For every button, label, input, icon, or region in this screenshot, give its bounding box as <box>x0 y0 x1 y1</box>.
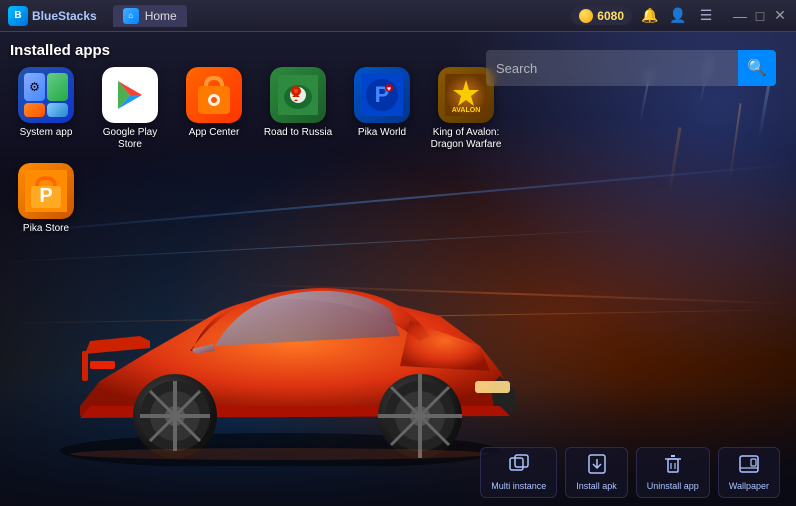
app-icon-google-play <box>102 67 158 123</box>
search-input[interactable] <box>486 53 738 84</box>
home-tab[interactable]: ⌂ Home <box>113 5 187 27</box>
app-item-google-play[interactable]: Google Play Store <box>94 67 166 151</box>
close-button[interactable]: ✕ <box>772 8 788 24</box>
wallpaper-button[interactable]: Wallpaper <box>718 447 780 498</box>
appcenter-icon <box>186 67 242 123</box>
main-content: Installed apps ⚙ System app <box>0 32 796 506</box>
svg-text:P: P <box>39 185 52 207</box>
app-label-google-play: Google Play Store <box>94 127 166 151</box>
coin-icon <box>579 9 593 23</box>
app-item-pika-world[interactable]: P ♥ Pika World <box>346 67 418 151</box>
multi-instance-label: Multi instance <box>491 481 546 491</box>
bluestacks-logo: B BlueStacks <box>8 6 97 26</box>
app-item-pika-store[interactable]: P Pika Store <box>10 163 82 235</box>
pikaworld-icon: P ♥ <box>354 67 410 123</box>
app-label-pika-world: Pika World <box>358 127 406 139</box>
title-bar: B BlueStacks ⌂ Home 6080 🔔 👤 ☰ — □ ✕ <box>0 0 796 32</box>
rtr-icon <box>270 67 326 123</box>
app-label-road-to-russia: Road to Russia <box>264 127 332 139</box>
app-icon-road-to-russia <box>270 67 326 123</box>
uninstall-app-icon <box>663 454 683 479</box>
search-bar: 🔍 <box>486 50 776 86</box>
maximize-button[interactable]: □ <box>752 8 768 24</box>
home-tab-icon: ⌂ <box>123 8 139 24</box>
installed-apps-section: Installed apps ⚙ System app <box>10 42 510 235</box>
bottom-toolbar: Multi instance Install apk <box>480 447 780 498</box>
app-item-app-center[interactable]: App Center <box>178 67 250 151</box>
app-item-road-to-russia[interactable]: Road to Russia <box>262 67 334 151</box>
installed-apps-title: Installed apps <box>10 42 510 59</box>
app-icon-pika-store: P <box>18 163 74 219</box>
apps-grid: ⚙ System app <box>10 67 510 235</box>
minimize-button[interactable]: — <box>732 8 748 24</box>
home-tab-label: Home <box>145 9 177 23</box>
menu-icon[interactable]: ☰ <box>696 6 716 26</box>
system-icon: ⚙ <box>18 67 74 123</box>
wallpaper-icon <box>739 454 759 479</box>
app-icon-system-app: ⚙ <box>18 67 74 123</box>
install-apk-button[interactable]: Install apk <box>565 447 628 498</box>
app-label-pika-store: Pika Store <box>23 223 69 235</box>
city-streaks <box>478 32 796 506</box>
bluestacks-icon: B <box>8 6 28 26</box>
app-item-system-app[interactable]: ⚙ System app <box>10 67 82 151</box>
multi-instance-icon <box>509 454 529 479</box>
svg-text:AVALON: AVALON <box>452 107 481 114</box>
app-icon-app-center <box>186 67 242 123</box>
install-apk-label: Install apk <box>576 481 617 491</box>
wallpaper-label: Wallpaper <box>729 481 769 491</box>
search-button[interactable]: 🔍 <box>738 50 776 86</box>
gplay-icon <box>102 67 158 123</box>
coin-badge: 6080 <box>571 7 632 25</box>
svg-text:♥: ♥ <box>387 86 391 93</box>
user-icon[interactable]: 👤 <box>668 6 688 26</box>
window-controls: — □ ✕ <box>732 8 788 24</box>
coin-count: 6080 <box>597 9 624 23</box>
app-icon-pika-world: P ♥ <box>354 67 410 123</box>
brand-name: BlueStacks <box>32 9 97 23</box>
pikastore-icon: P <box>18 163 74 219</box>
uninstall-app-label: Uninstall app <box>647 481 699 491</box>
notification-icon[interactable]: 🔔 <box>640 6 660 26</box>
app-label-app-center: App Center <box>189 127 240 139</box>
install-apk-icon <box>587 454 607 479</box>
multi-instance-button[interactable]: Multi instance <box>480 447 557 498</box>
app-label-king-of-avalon: King of Avalon: Dragon Warfare <box>430 127 502 151</box>
uninstall-app-button[interactable]: Uninstall app <box>636 447 710 498</box>
app-label-system-app: System app <box>20 127 73 139</box>
